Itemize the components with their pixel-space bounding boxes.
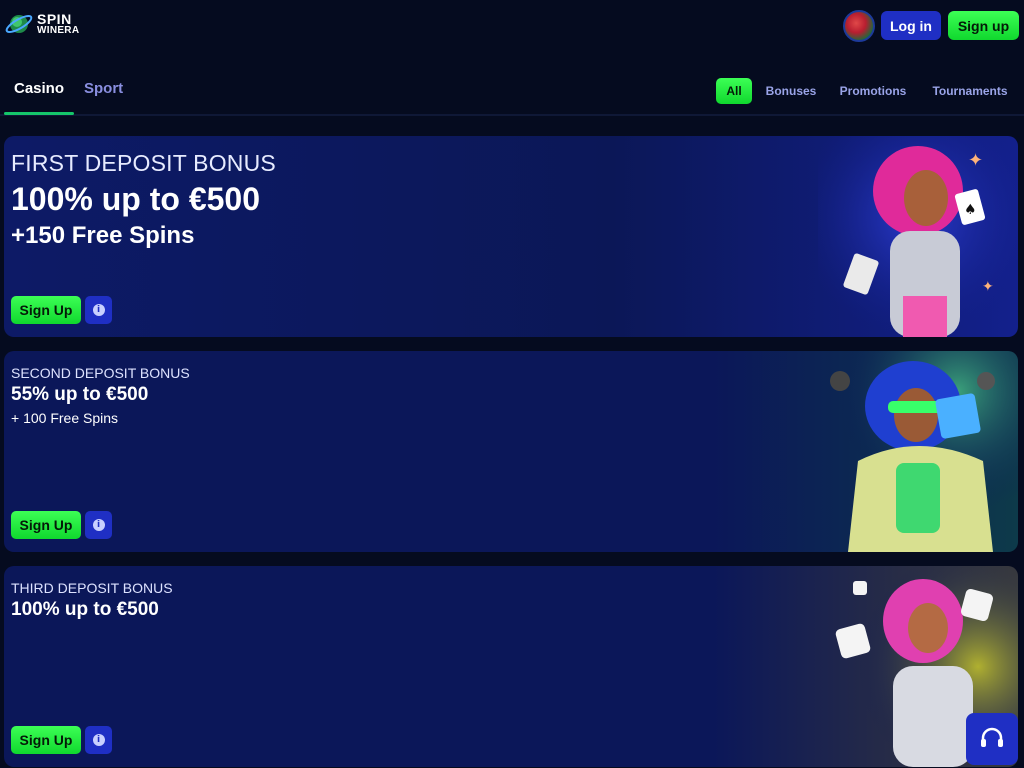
character-illustration-blue-hair (818, 351, 1018, 552)
bonus-card-first-deposit: FIRST DEPOSIT BONUS 100% up to €500 +150… (4, 136, 1018, 337)
language-selector-flag-icon[interactable] (843, 10, 875, 42)
header: SPIN WINERA Log in Sign up (0, 0, 1024, 56)
bonus-amount: 100% up to €500 (11, 599, 159, 620)
bonus-free-spins: +150 Free Spins (11, 222, 195, 249)
bonus-title: SECOND DEPOSIT BONUS (11, 365, 190, 381)
bonus-free-spins: + 100 Free Spins (11, 410, 119, 426)
planet-logo-icon (5, 14, 33, 34)
filter-all[interactable]: All (716, 78, 752, 104)
bonus-title: FIRST DEPOSIT BONUS (11, 150, 276, 176)
bonus-signup-button[interactable]: Sign Up (11, 726, 81, 754)
character-illustration-pink-hair: ♠ ✦ ✦ (818, 136, 1018, 337)
info-icon: i (92, 304, 105, 316)
bonus-info-button[interactable]: i (85, 511, 112, 539)
filter-tournaments[interactable]: Tournaments (926, 78, 1014, 104)
filter-bonuses[interactable]: Bonuses (760, 78, 822, 104)
bonus-info-button[interactable]: i (85, 726, 112, 754)
svg-text:✦: ✦ (982, 279, 994, 295)
site-logo[interactable]: SPIN WINERA (4, 8, 84, 40)
filter-promotions[interactable]: Promotions (835, 78, 911, 104)
bonus-info-button[interactable]: i (85, 296, 112, 324)
info-icon: i (92, 519, 105, 531)
svg-text:✦: ✦ (968, 150, 983, 171)
logo-text-line2: WINERA (37, 25, 80, 36)
bonus-signup-button[interactable]: Sign Up (11, 296, 81, 324)
bonus-title: THIRD DEPOSIT BONUS (11, 580, 173, 596)
support-chat-button[interactable] (966, 713, 1018, 765)
tab-sport[interactable]: Sport (84, 80, 123, 97)
bonus-amount: 100% up to €500 (11, 181, 260, 217)
tabs-row: Casino Sport All Bonuses Promotions Tour… (0, 66, 1024, 116)
active-tab-indicator (4, 112, 74, 115)
login-button[interactable]: Log in (881, 11, 941, 40)
info-icon: i (92, 734, 105, 746)
logo-text-line1: SPIN (37, 11, 72, 27)
bonus-amount: 55% up to €500 (11, 384, 149, 405)
headset-icon (981, 727, 1003, 747)
tab-casino[interactable]: Casino (14, 80, 64, 97)
bonus-card-second-deposit: SECOND DEPOSIT BONUS 55% up to €500 + 10… (4, 351, 1018, 552)
bonus-signup-button[interactable]: Sign Up (11, 511, 81, 539)
signup-button[interactable]: Sign up (948, 11, 1019, 40)
bonus-card-third-deposit: THIRD DEPOSIT BONUS 100% up to €500 Sign… (4, 566, 1018, 767)
svg-text:♠: ♠ (964, 202, 977, 218)
